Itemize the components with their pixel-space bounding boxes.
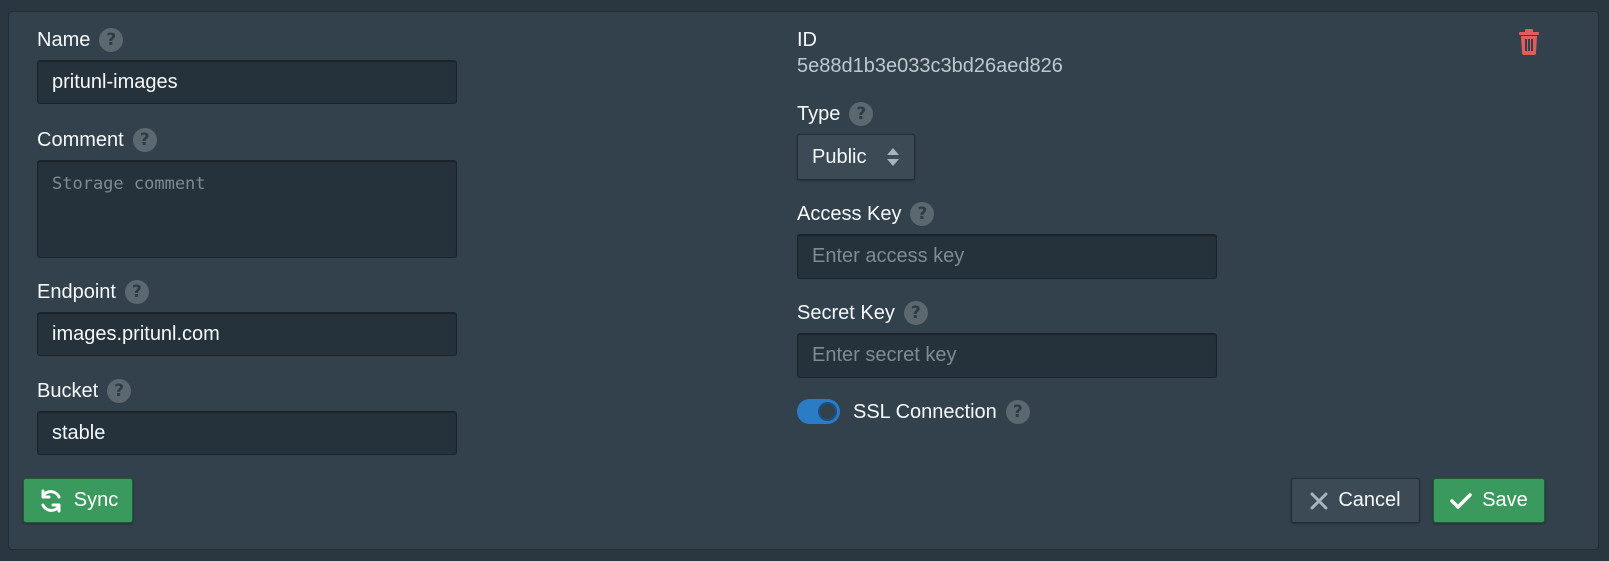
- type-select[interactable]: Public: [797, 134, 915, 180]
- comment-help-icon[interactable]: ?: [132, 128, 157, 152]
- sync-icon: [38, 488, 64, 514]
- comment-label: Comment ?: [37, 128, 157, 152]
- name-label: Name ?: [37, 28, 124, 52]
- sync-button[interactable]: Sync: [23, 478, 133, 523]
- ssl-label: SSL Connection ?: [853, 400, 1030, 424]
- access-key-help-icon[interactable]: ?: [910, 202, 935, 226]
- type-label: Type ?: [797, 102, 874, 126]
- bucket-label: Bucket ?: [37, 379, 132, 403]
- storage-panel: Name ? Comment ? Endpoint ? Bucket ? ID …: [8, 11, 1599, 550]
- cancel-button[interactable]: Cancel: [1291, 478, 1420, 523]
- check-icon: [1450, 492, 1472, 510]
- ssl-toggle-knob: [818, 402, 837, 421]
- id-value: 5e88d1b3e033c3bd26aed826: [797, 55, 1063, 77]
- name-help-icon[interactable]: ?: [99, 28, 124, 52]
- secret-key-label: Secret Key ?: [797, 301, 928, 325]
- endpoint-label: Endpoint ?: [37, 280, 149, 304]
- endpoint-input[interactable]: [37, 312, 457, 356]
- close-icon: [1310, 492, 1328, 510]
- ssl-help-icon[interactable]: ?: [1005, 400, 1030, 424]
- save-button[interactable]: Save: [1433, 478, 1545, 523]
- select-arrows-icon: [886, 146, 900, 168]
- comment-textarea[interactable]: [37, 160, 457, 258]
- bucket-input[interactable]: [37, 411, 457, 455]
- name-input[interactable]: [37, 60, 457, 104]
- bucket-help-icon[interactable]: ?: [107, 379, 132, 403]
- trash-icon[interactable]: [1516, 28, 1542, 56]
- access-key-input[interactable]: [797, 234, 1217, 279]
- ssl-toggle[interactable]: [797, 399, 840, 424]
- access-key-label: Access Key ?: [797, 202, 935, 226]
- endpoint-help-icon[interactable]: ?: [124, 280, 149, 304]
- secret-key-help-icon[interactable]: ?: [903, 301, 928, 325]
- secret-key-input[interactable]: [797, 333, 1217, 378]
- id-label: ID: [797, 29, 817, 51]
- type-help-icon[interactable]: ?: [849, 102, 874, 126]
